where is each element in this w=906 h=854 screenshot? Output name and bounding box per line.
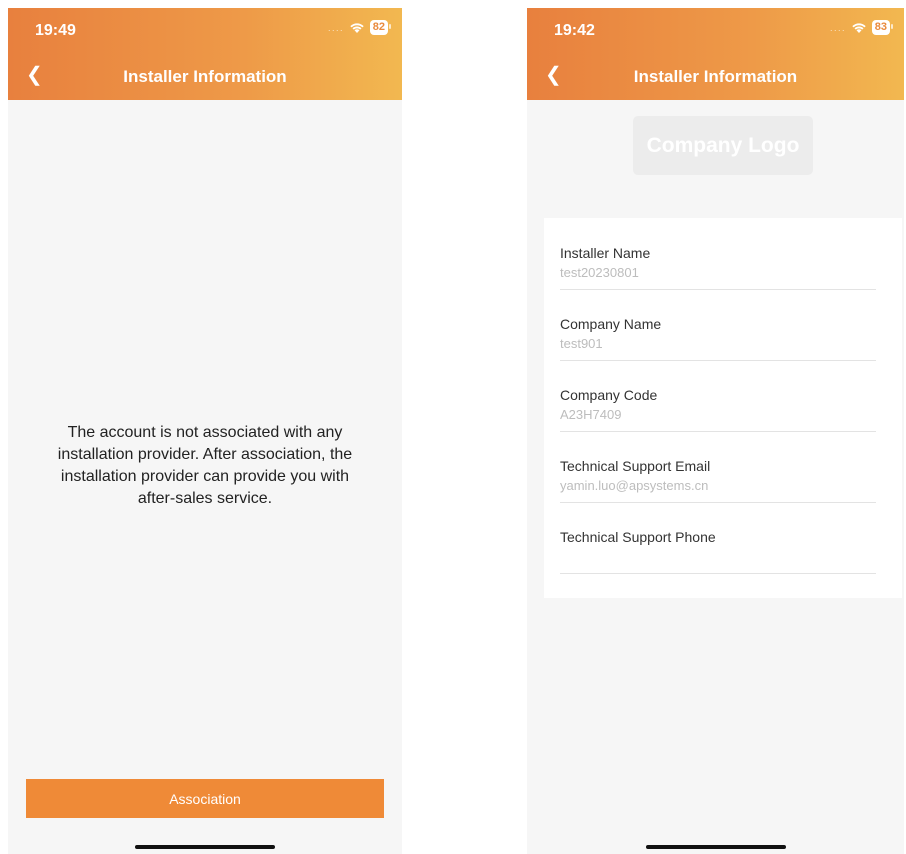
page-title: Installer Information [633,67,798,86]
field-label: Technical Support Phone [560,529,716,545]
battery-icon: 83 [871,20,894,35]
installer-info-card: Installer Name test20230801 Company Name… [544,218,902,598]
status-time: 19:49 [35,22,76,39]
field-value: yamin.luo@apsystems.cn [560,478,709,493]
field-value: A23H7409 [560,407,622,422]
no-association-message: The account is not associated with any i… [57,424,353,507]
installer-name-field: Installer Name test20230801 [560,218,876,290]
status-time: 19:42 [554,22,595,39]
wifi-icon [349,22,365,34]
phone-screen-right: 19:42 ···· 83 ❮ Installer Information Co… [527,8,904,854]
field-label: Technical Support Email [560,458,711,474]
support-phone-field: Technical Support Phone [560,502,876,574]
status-icons: ···· 83 [829,20,894,35]
support-email-field: Technical Support Email yamin.luo@apsyst… [560,431,876,503]
field-label: Installer Name [560,245,651,261]
header-bar: 19:42 ···· 83 ❮ Installer Information [527,8,904,100]
header-bar: 19:49 ···· 82 ❮ Installer Information [8,8,402,100]
field-value: test901 [560,336,603,351]
wifi-icon [851,22,867,34]
status-icons: ···· 82 [327,20,392,35]
home-indicator [645,845,786,849]
company-code-field: Company Code A23H7409 [560,360,876,432]
company-logo-placeholder: Company Logo [633,116,813,175]
association-button[interactable]: Association [26,779,384,818]
page-title: Installer Information [123,67,287,86]
battery-icon: 82 [369,20,392,35]
phone-screen-left: 19:49 ···· 82 ❮ Installer Information Th… [8,8,402,854]
signal-icon: ···· [829,24,846,35]
field-label: Company Code [560,387,658,403]
signal-icon: ···· [327,24,344,35]
home-indicator [135,845,275,849]
field-label: Company Name [560,316,662,332]
company-name-field: Company Name test901 [560,289,876,361]
field-value: test20230801 [560,265,639,280]
